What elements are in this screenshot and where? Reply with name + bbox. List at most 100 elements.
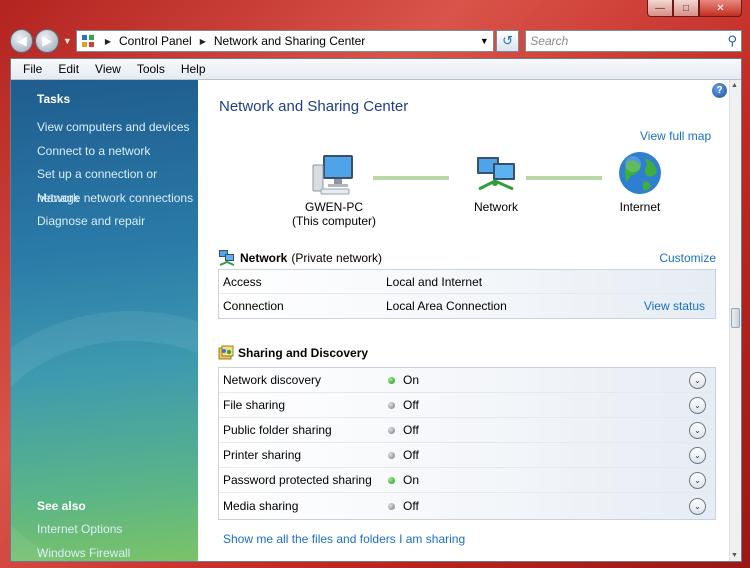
connection-label: Connection	[223, 299, 284, 313]
recent-pages-dropdown-icon[interactable]: ▼	[63, 36, 72, 46]
control-panel-icon	[81, 35, 94, 47]
status-on-icon	[388, 376, 395, 384]
network-section: Network (Private network) Customize Acce…	[218, 247, 716, 319]
network-name: Network	[240, 251, 288, 265]
connection-value: Local Area Connection	[386, 299, 507, 313]
address-dropdown-icon[interactable]: ▼	[480, 36, 489, 46]
task-view-computers[interactable]: View computers and devices	[11, 116, 198, 140]
show-shared-files-link[interactable]: Show me all the files and folders I am s…	[223, 532, 465, 546]
expand-chevron-icon[interactable]: ⌄	[689, 421, 706, 439]
see-also-windows-firewall[interactable]: Windows Firewall	[11, 542, 198, 562]
setting-status: On	[403, 473, 420, 488]
map-computer-node[interactable]: GWEN-PC (This computer)	[284, 153, 384, 228]
status-off-icon	[388, 426, 395, 434]
maximize-icon[interactable]: □	[673, 0, 699, 17]
page-title: Network and Sharing Center	[219, 98, 409, 115]
globe-icon	[619, 152, 661, 194]
address-bar[interactable]: ▶ Control Panel ▶ Network and Sharing Ce…	[75, 30, 494, 52]
forward-arrow-icon: ▶	[42, 33, 53, 48]
setting-label: Public folder sharing	[223, 423, 332, 438]
expand-chevron-icon[interactable]: ⌄	[689, 371, 706, 389]
menu-view[interactable]: View	[87, 62, 129, 76]
close-icon[interactable]: ✕	[699, 0, 742, 17]
internet-label: Internet	[619, 200, 661, 214]
menu-tools[interactable]: Tools	[129, 62, 173, 76]
view-full-map-link[interactable]: View full map	[640, 129, 711, 143]
search-input[interactable]: Search ⚲	[525, 30, 742, 52]
menu-bar: File Edit View Tools Help	[11, 59, 741, 80]
network-icon	[477, 157, 515, 191]
expand-chevron-icon[interactable]: ⌄	[689, 446, 706, 464]
expand-chevron-icon[interactable]: ⌄	[689, 471, 706, 489]
see-also-internet-options[interactable]: Internet Options	[11, 518, 198, 542]
scroll-thumb[interactable]	[731, 308, 740, 328]
see-also-heading: See also	[37, 499, 86, 513]
expand-chevron-icon[interactable]: ⌄	[689, 497, 706, 515]
window-client: File Edit View Tools Help Tasks View com…	[10, 58, 742, 562]
status-on-icon	[388, 476, 395, 484]
network-row-connection: Connection Local Area Connection View st…	[219, 294, 715, 318]
sharing-section: Sharing and Discovery Network discovery …	[218, 342, 716, 520]
minimize-icon[interactable]: —	[647, 0, 673, 17]
address-row: ◀ ▶ ▼ ▶ Control Panel ▶ Network and Shar…	[10, 28, 742, 54]
breadcrumb-separator-icon[interactable]: ▶	[105, 37, 111, 46]
vertical-scrollbar[interactable]: ▲ ▼	[729, 80, 741, 561]
menu-edit[interactable]: Edit	[50, 62, 87, 76]
sharing-row-password-protected: Password protected sharing On ⌄	[219, 468, 715, 494]
sharing-row-network-discovery: Network discovery On ⌄	[219, 368, 715, 394]
menu-file[interactable]: File	[15, 62, 50, 76]
sharing-icon	[218, 345, 234, 360]
help-icon[interactable]: ?	[712, 83, 727, 98]
sharing-title: Sharing and Discovery	[238, 346, 369, 360]
sharing-row-public-folder: Public folder sharing Off ⌄	[219, 418, 715, 444]
task-diagnose-repair[interactable]: Diagnose and repair	[11, 210, 198, 234]
breadcrumb-control-panel[interactable]: Control Panel	[119, 34, 192, 48]
setting-status: Off	[403, 448, 419, 463]
sharing-section-header: Sharing and Discovery	[218, 342, 716, 364]
computer-subtitle: (This computer)	[291, 214, 377, 228]
expand-chevron-icon[interactable]: ⌄	[689, 396, 706, 414]
setting-label: File sharing	[223, 398, 286, 413]
computer-icon	[312, 155, 353, 195]
status-off-icon	[388, 502, 395, 510]
network-details: Access Local and Internet Connection Loc…	[218, 269, 716, 319]
setting-label: Password protected sharing	[223, 473, 372, 488]
network-type: (Private network)	[291, 251, 383, 265]
map-network-node[interactable]: Network	[456, 153, 536, 214]
refresh-button[interactable]: ↺	[495, 30, 520, 52]
task-manage-connections[interactable]: Manage network connections	[11, 187, 198, 211]
setting-label: Media sharing	[223, 499, 299, 514]
sharing-details: Network discovery On ⌄ File sharing Off …	[218, 367, 716, 520]
tasks-heading: Tasks	[37, 92, 71, 106]
network-row-access: Access Local and Internet	[219, 270, 715, 294]
network-small-icon	[219, 250, 235, 266]
setting-label: Network discovery	[223, 373, 322, 388]
back-button[interactable]: ◀	[10, 29, 34, 53]
sharing-row-file-sharing: File sharing Off ⌄	[219, 393, 715, 419]
back-arrow-icon: ◀	[16, 33, 27, 48]
map-internet-node[interactable]: Internet	[600, 150, 680, 214]
map-link-line	[373, 176, 449, 180]
forward-button[interactable]: ▶	[35, 29, 59, 53]
customize-link[interactable]: Customize	[659, 251, 716, 265]
task-pane: Tasks View computers and devices Connect…	[11, 80, 198, 561]
tasks-group: Tasks View computers and devices Connect…	[11, 92, 198, 234]
search-placeholder: Search	[530, 34, 569, 48]
see-also-group: See also Internet Options Windows Firewa…	[11, 494, 198, 561]
menu-help[interactable]: Help	[173, 62, 214, 76]
status-off-icon	[388, 451, 395, 459]
breadcrumb-separator-icon[interactable]: ▶	[200, 37, 206, 46]
breadcrumb-network-sharing-center[interactable]: Network and Sharing Center	[214, 34, 365, 48]
network-label: Network	[473, 200, 518, 214]
search-icon[interactable]: ⚲	[727, 33, 737, 49]
computer-name: GWEN-PC	[305, 200, 363, 214]
breadcrumb: ▶ Control Panel ▶ Network and Sharing Ce…	[101, 34, 365, 48]
task-connect-network[interactable]: Connect to a network	[11, 140, 198, 164]
view-status-link[interactable]: View status	[644, 299, 705, 313]
refresh-icon: ↺	[502, 33, 513, 48]
caption-buttons: — □ ✕	[647, 0, 742, 17]
task-setup-connection[interactable]: Set up a connection or network	[11, 163, 198, 205]
scroll-down-icon[interactable]: ▼	[731, 552, 738, 559]
setting-label: Printer sharing	[223, 448, 302, 463]
scroll-up-icon[interactable]: ▲	[731, 82, 738, 89]
